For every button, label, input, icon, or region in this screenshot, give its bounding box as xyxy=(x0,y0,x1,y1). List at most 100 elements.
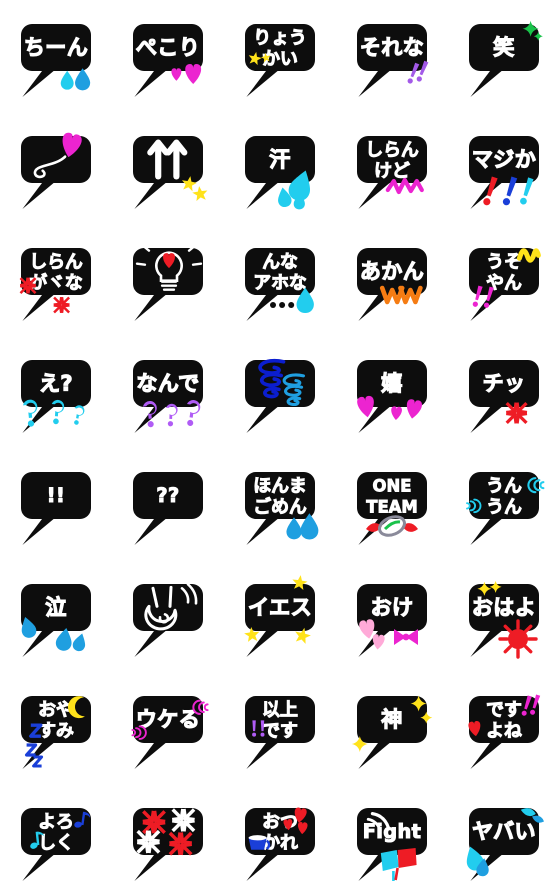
emoji-sticker[interactable]: おけ xyxy=(336,560,448,672)
speech-bubble-1: ちーん xyxy=(21,24,91,97)
emoji-sticker[interactable]: ぺこり xyxy=(112,0,224,112)
emoji-sticker[interactable]: Fight xyxy=(336,784,448,896)
speech-bubble-6 xyxy=(21,132,91,209)
emoji-sticker[interactable] xyxy=(112,112,224,224)
sticker-cell-14[interactable]: あかんあかんww xyxy=(336,224,448,336)
speech-bubble-2: ぺこり xyxy=(133,24,203,97)
emoji-sticker[interactable]: イエス xyxy=(224,560,336,672)
svg-text:TEAM: TEAM xyxy=(366,497,417,516)
emoji-sticker[interactable] xyxy=(112,784,224,896)
speech-bubble-29: おけ xyxy=(357,584,427,657)
emoji-sticker[interactable]: うそ やん xyxy=(448,224,560,336)
sticker-cell-4[interactable]: それなそれな xyxy=(336,0,448,112)
svg-text:??: ?? xyxy=(156,484,179,507)
sticker-cell-32[interactable]: ウケるウケる xyxy=(112,672,224,784)
emoji-sticker[interactable] xyxy=(0,112,112,224)
emoji-sticker[interactable]: チッ xyxy=(448,336,560,448)
sticker-cell-3[interactable]: りょうかいりょうかい xyxy=(224,0,336,112)
sticker-cell-29[interactable]: おけおけ xyxy=(336,560,448,672)
sticker-cell-8[interactable]: 汗汗 xyxy=(224,112,336,224)
speech-bubble-5: 笑 xyxy=(469,20,543,97)
sticker-cell-15[interactable]: うそやんうそやん xyxy=(448,224,560,336)
sticker-cell-40[interactable]: ヤバいヤバい xyxy=(448,784,560,896)
sticker-cell-11[interactable]: しらんがヾなしらんがな xyxy=(0,224,112,336)
emoji-sticker[interactable]: ?? xyxy=(112,448,224,560)
sticker-cell-13[interactable]: んなアホなんなアホな xyxy=(224,224,336,336)
sticker-cell-23[interactable]: ほんまごめんほんまごめん xyxy=(224,448,336,560)
emoji-sticker[interactable]: 泣 xyxy=(0,560,112,672)
sticker-cell-19[interactable]: 嬉嬉 xyxy=(336,336,448,448)
svg-text:りょう: りょう xyxy=(253,28,307,49)
emoji-sticker[interactable]: !! xyxy=(0,448,112,560)
sticker-cell-28[interactable]: イエスイエス xyxy=(224,560,336,672)
sticker-cell-21[interactable]: !!!! xyxy=(0,448,112,560)
sticker-cell-22[interactable]: ???? xyxy=(112,448,224,560)
sticker-cell-17[interactable]: なんでなんで xyxy=(112,336,224,448)
emoji-sticker[interactable]: ウケる xyxy=(112,672,224,784)
emoji-sticker[interactable]: え? xyxy=(0,336,112,448)
speech-bubble-27 xyxy=(133,583,203,657)
sticker-cell-31[interactable]: おやすみおやすみ xyxy=(0,672,112,784)
svg-text:神: 神 xyxy=(381,708,402,732)
emoji-sticker[interactable]: ONE TEAM xyxy=(336,448,448,560)
svg-text:ヤバい: ヤバい xyxy=(472,820,536,844)
sticker-cell-24[interactable]: ONETEAMONE TEAM xyxy=(336,448,448,560)
emoji-sticker[interactable]: 笑 xyxy=(448,0,560,112)
emoji-sticker[interactable]: おはよ xyxy=(448,560,560,672)
emoji-sticker[interactable]: ヤバい xyxy=(448,784,560,896)
sticker-cell-39[interactable]: FightFight xyxy=(336,784,448,896)
emoji-sticker[interactable]: ちーん xyxy=(0,0,112,112)
emoji-sticker[interactable]: しらん がヾな xyxy=(0,224,112,336)
sticker-cell-38[interactable]: おつかれおつかれ xyxy=(224,784,336,896)
emoji-sticker[interactable]: うん うん xyxy=(448,448,560,560)
emoji-sticker[interactable]: おや すみ xyxy=(0,672,112,784)
emoji-sticker[interactable]: りょう かい xyxy=(224,0,336,112)
sticker-cell-5[interactable]: 笑笑 xyxy=(448,0,560,112)
emoji-sticker[interactable]: しらん けど xyxy=(336,112,448,224)
svg-text:ウケる: ウケる xyxy=(136,708,200,732)
sticker-cell-6[interactable]: heart-balloon xyxy=(0,112,112,224)
speech-bubble-28: イエス xyxy=(244,575,315,657)
sticker-cell-27[interactable]: peace-hand xyxy=(112,560,224,672)
sticker-cell-16[interactable]: え?え? xyxy=(0,336,112,448)
svg-text:しらん: しらん xyxy=(365,140,419,161)
emoji-sticker[interactable] xyxy=(112,560,224,672)
emoji-sticker[interactable] xyxy=(112,224,224,336)
sticker-cell-12[interactable]: lightbulb xyxy=(112,224,224,336)
emoji-sticker[interactable]: マジか xyxy=(448,112,560,224)
sticker-cell-35[interactable]: ですよねですよね xyxy=(448,672,560,784)
emoji-sticker[interactable]: なんで xyxy=(112,336,224,448)
emoji-sticker[interactable]: です よね xyxy=(448,672,560,784)
emoji-sticker[interactable]: 以上 です xyxy=(224,672,336,784)
sticker-cell-36[interactable]: よろしくよろしく xyxy=(0,784,112,896)
sticker-cell-7[interactable]: up-arrows xyxy=(112,112,224,224)
sticker-cell-30[interactable]: おはよおはよ xyxy=(448,560,560,672)
emoji-sticker[interactable]: よろ しく xyxy=(0,784,112,896)
sticker-cell-33[interactable]: 以上です以上です xyxy=(224,672,336,784)
sticker-cell-1[interactable]: ちーんちーん xyxy=(0,0,112,112)
emoji-sticker[interactable]: 汗 xyxy=(224,112,336,224)
sticker-cell-37[interactable]: anger-marks xyxy=(112,784,224,896)
emoji-sticker[interactable]: あかん xyxy=(336,224,448,336)
emoji-sticker[interactable]: んな アホな xyxy=(224,224,336,336)
sticker-cell-9[interactable]: しらんけどしらんけど xyxy=(336,112,448,224)
sticker-cell-10[interactable]: マジかマジか xyxy=(448,112,560,224)
emoji-sticker[interactable]: 神 xyxy=(336,672,448,784)
emoji-sticker[interactable]: それな xyxy=(336,0,448,112)
sticker-cell-20[interactable]: チッチッ xyxy=(448,336,560,448)
emoji-sticker[interactable]: 嬉 xyxy=(336,336,448,448)
speech-bubble-10: マジか xyxy=(469,136,539,209)
sticker-cell-2[interactable]: ぺこりぺこり xyxy=(112,0,224,112)
sticker-cell-26[interactable]: 泣泣 xyxy=(0,560,112,672)
sticker-cell-34[interactable]: 神神 xyxy=(336,672,448,784)
sticker-cell-25[interactable]: うんうんうんうん xyxy=(448,448,560,560)
speech-bubble-32: ウケる xyxy=(131,696,209,769)
sticker-cell-18[interactable]: guruguru xyxy=(224,336,336,448)
speech-bubble-4: それな xyxy=(357,24,429,97)
emoji-sticker[interactable]: おつ かれ xyxy=(224,784,336,896)
speech-bubble-24: ONETEAM xyxy=(357,472,427,545)
svg-text:チッ: チッ xyxy=(483,372,526,396)
svg-text:ちーん: ちーん xyxy=(24,36,88,60)
emoji-sticker[interactable] xyxy=(224,336,336,448)
emoji-sticker[interactable]: ほんま ごめん xyxy=(224,448,336,560)
